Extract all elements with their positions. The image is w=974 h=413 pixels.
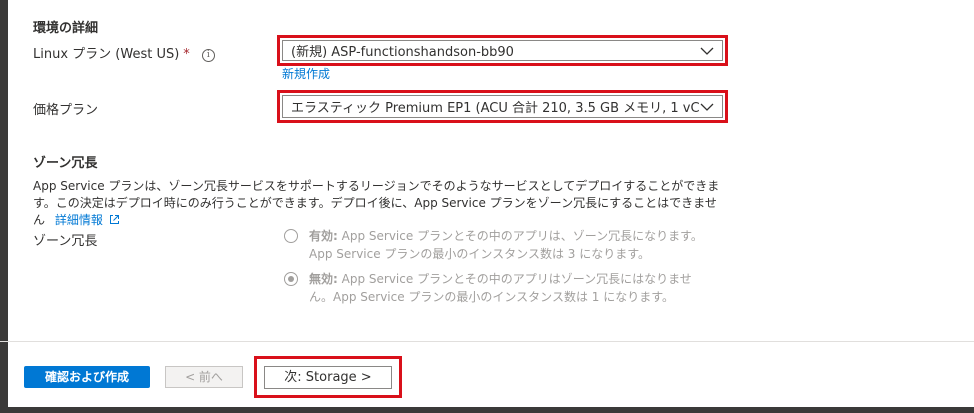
linux-plan-highlight: (新規) ASP-functionshandson-bb90 — [277, 35, 728, 66]
pricing-plan-highlight: エラスティック Premium EP1 (ACU 合計 210, 3.5 GB … — [277, 90, 728, 123]
next-button-highlight: 次: Storage > — [254, 356, 402, 398]
linux-plan-dropdown[interactable]: (新規) ASP-functionshandson-bb90 — [282, 40, 723, 61]
chevron-down-icon — [700, 103, 714, 111]
option-title: 有効: — [309, 229, 338, 243]
create-new-link[interactable]: 新規作成 — [282, 65, 330, 82]
pricing-plan-value: エラスティック Premium EP1 (ACU 合計 210, 3.5 GB … — [291, 101, 700, 116]
zone-disabled-radio[interactable] — [284, 272, 298, 286]
pricing-plan-dropdown[interactable]: エラスティック Premium EP1 (ACU 合計 210, 3.5 GB … — [282, 95, 723, 118]
required-mark: * — [183, 47, 190, 62]
zone-description: App Service プランは、ゾーン冗長サービスをサポートするリージョンでそ… — [33, 179, 720, 227]
zone-description-block: App Service プランは、ゾーン冗長サービスをサポートするリージョンでそ… — [33, 178, 723, 229]
zone-enabled-option: 有効: App Service プランとその中のアプリは、ゾーン冗長になります。… — [309, 227, 709, 263]
linux-plan-label: Linux プラン (West US) — [33, 47, 180, 62]
option-text: App Service プランとその中のアプリはゾーン冗長にはなりません。App… — [309, 272, 692, 304]
linux-plan-label-group: Linux プラン (West US) * i — [33, 43, 215, 62]
pricing-label: 価格プラン — [33, 103, 99, 118]
option-text: App Service プランとその中のアプリは、ゾーン冗長になります。App … — [309, 229, 703, 261]
window-bottom-edge — [0, 407, 974, 413]
zone-enabled-radio[interactable] — [284, 229, 298, 243]
next-storage-button[interactable]: 次: Storage > — [264, 366, 392, 389]
learn-more-link[interactable]: 詳細情報 — [55, 213, 103, 227]
section-title-zone-redundancy: ゾーン冗長 — [33, 156, 98, 171]
option-title: 無効: — [309, 272, 338, 286]
external-link-icon[interactable] — [109, 214, 120, 225]
zone-disabled-option: 無効: App Service プランとその中のアプリはゾーン冗長にはなりません… — [309, 270, 714, 306]
chevron-down-icon — [700, 47, 714, 55]
section-title-environment: 環境の詳細 — [33, 21, 99, 36]
window-left-edge — [0, 0, 8, 413]
linux-plan-value: (新規) ASP-functionshandson-bb90 — [291, 45, 514, 60]
previous-button[interactable]: < 前へ — [165, 366, 243, 388]
info-icon[interactable]: i — [201, 49, 215, 62]
footer-divider — [0, 341, 974, 342]
zone-field-label: ゾーン冗長 — [33, 234, 98, 249]
review-create-button[interactable]: 確認および作成 — [24, 366, 150, 388]
